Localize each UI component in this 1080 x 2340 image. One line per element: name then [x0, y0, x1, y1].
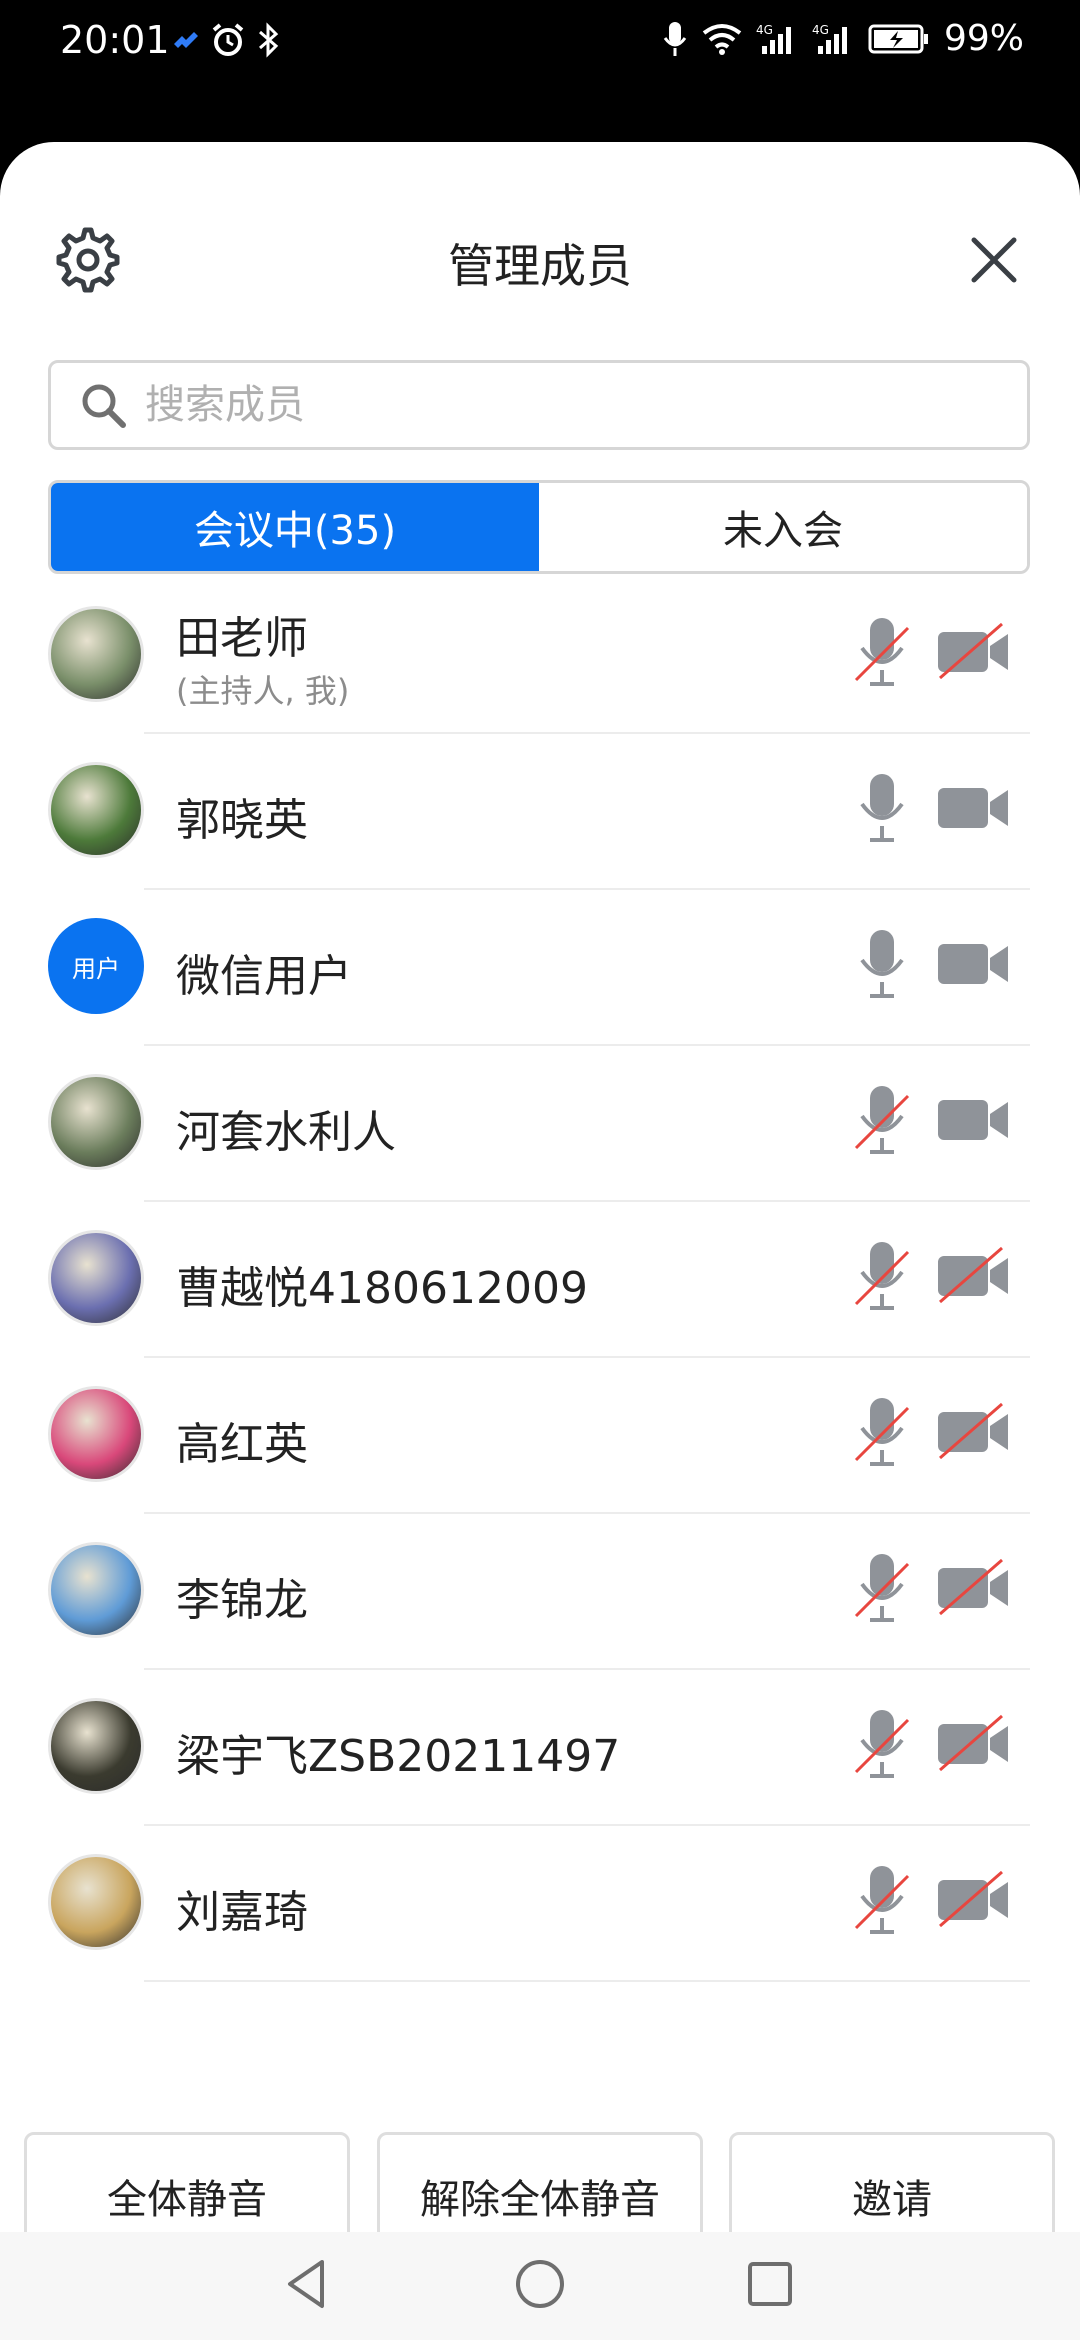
camera-off-icon[interactable]	[936, 622, 1012, 682]
mic-icon[interactable]	[852, 926, 912, 1002]
avatar: 用户	[48, 918, 144, 1014]
camera-off-icon[interactable]	[936, 1870, 1012, 1930]
system-nav-bar	[0, 2232, 1080, 2340]
manage-members-sheet: 管理成员 会议中(35) 未入会 田老师 (主持人, 我) 郭晓英用户 微信用户河套水…	[0, 142, 1080, 2340]
nav-back-button[interactable]	[278, 2254, 338, 2314]
wifi-icon	[702, 23, 742, 55]
member-row[interactable]: 高红英	[0, 1358, 1080, 1514]
member-list: 田老师 (主持人, 我) 郭晓英用户 微信用户河套水利人曹越悦4180612009 高红…	[0, 578, 1080, 2080]
search-box[interactable]	[48, 360, 1030, 450]
member-row[interactable]: 李锦龙	[0, 1514, 1080, 1670]
close-button[interactable]	[966, 232, 1022, 288]
mic-icon[interactable]	[852, 770, 912, 846]
nav-home-button[interactable]	[510, 2254, 570, 2314]
app-notification-icon	[172, 30, 200, 50]
camera-off-icon[interactable]	[936, 1714, 1012, 1774]
avatar	[48, 1854, 144, 1950]
status-bar: 20:01 4G 4G 99%	[0, 0, 1080, 150]
search-icon	[82, 384, 126, 428]
avatar-text: 用户	[72, 954, 120, 983]
bluetooth-icon	[256, 22, 280, 58]
member-row[interactable]: 郭晓英	[0, 734, 1080, 890]
row-divider	[144, 1980, 1030, 1982]
sheet-header: 管理成员	[0, 142, 1080, 342]
signal-icon-1: 4G	[756, 22, 798, 56]
mic-status-icon	[662, 20, 688, 58]
avatar	[48, 606, 144, 702]
member-row[interactable]: 刘嘉琦	[0, 1826, 1080, 1982]
mic-muted-icon[interactable]	[852, 1550, 912, 1626]
member-row[interactable]: 用户 微信用户	[0, 890, 1080, 1046]
close-icon	[971, 237, 1017, 283]
status-time: 20:01	[60, 18, 170, 62]
alarm-icon	[210, 22, 246, 58]
action-bar: 全体静音 解除全体静音 邀请	[0, 2090, 1080, 2260]
member-name: 梁宇飞ZSB20211497	[176, 1731, 621, 1782]
avatar	[48, 1542, 144, 1638]
battery-level: 99%	[943, 18, 1024, 59]
camera-off-icon[interactable]	[936, 1402, 1012, 1462]
camera-off-icon[interactable]	[936, 1558, 1012, 1618]
recents-square-icon	[748, 2262, 792, 2306]
member-row[interactable]: 梁宇飞ZSB20211497	[0, 1670, 1080, 1826]
member-name: 高红英	[176, 1419, 308, 1470]
member-name: 田老师	[176, 613, 308, 664]
member-name: 郭晓英	[176, 795, 308, 846]
tab-not-joined[interactable]: 未入会	[539, 483, 1027, 571]
camera-icon[interactable]	[936, 778, 1012, 838]
member-role: (主持人, 我)	[176, 672, 350, 710]
battery-icon	[868, 23, 930, 55]
member-name: 李锦龙	[176, 1575, 308, 1626]
mic-muted-icon[interactable]	[852, 1394, 912, 1470]
mic-muted-icon[interactable]	[852, 1862, 912, 1938]
back-triangle-icon	[288, 2260, 324, 2308]
camera-off-icon[interactable]	[936, 1246, 1012, 1306]
mic-muted-icon[interactable]	[852, 1082, 912, 1158]
member-name: 刘嘉琦	[176, 1887, 308, 1938]
mic-muted-icon[interactable]	[852, 614, 912, 690]
nav-recents-button[interactable]	[740, 2254, 800, 2314]
signal-icon-2: 4G	[812, 22, 854, 56]
avatar	[48, 1074, 144, 1170]
home-circle-icon	[516, 2260, 564, 2308]
avatar	[48, 1386, 144, 1482]
member-row[interactable]: 曹越悦4180612009	[0, 1202, 1080, 1358]
member-name: 河套水利人	[176, 1107, 396, 1158]
avatar	[48, 1230, 144, 1326]
avatar	[48, 1698, 144, 1794]
svg-text:4G: 4G	[812, 23, 829, 37]
camera-icon[interactable]	[936, 934, 1012, 994]
avatar	[48, 762, 144, 858]
tab-in-meeting[interactable]: 会议中(35)	[51, 483, 539, 571]
search-input[interactable]	[143, 381, 1007, 429]
member-name: 微信用户	[176, 951, 352, 1002]
mic-muted-icon[interactable]	[852, 1238, 912, 1314]
member-name: 曹越悦4180612009	[176, 1263, 588, 1314]
member-tabs: 会议中(35) 未入会	[48, 480, 1030, 574]
mic-muted-icon[interactable]	[852, 1706, 912, 1782]
svg-text:4G: 4G	[756, 23, 773, 37]
member-row[interactable]: 河套水利人	[0, 1046, 1080, 1202]
member-row[interactable]: 田老师 (主持人, 我)	[0, 578, 1080, 734]
page-title: 管理成员	[448, 239, 632, 293]
camera-icon[interactable]	[936, 1090, 1012, 1150]
